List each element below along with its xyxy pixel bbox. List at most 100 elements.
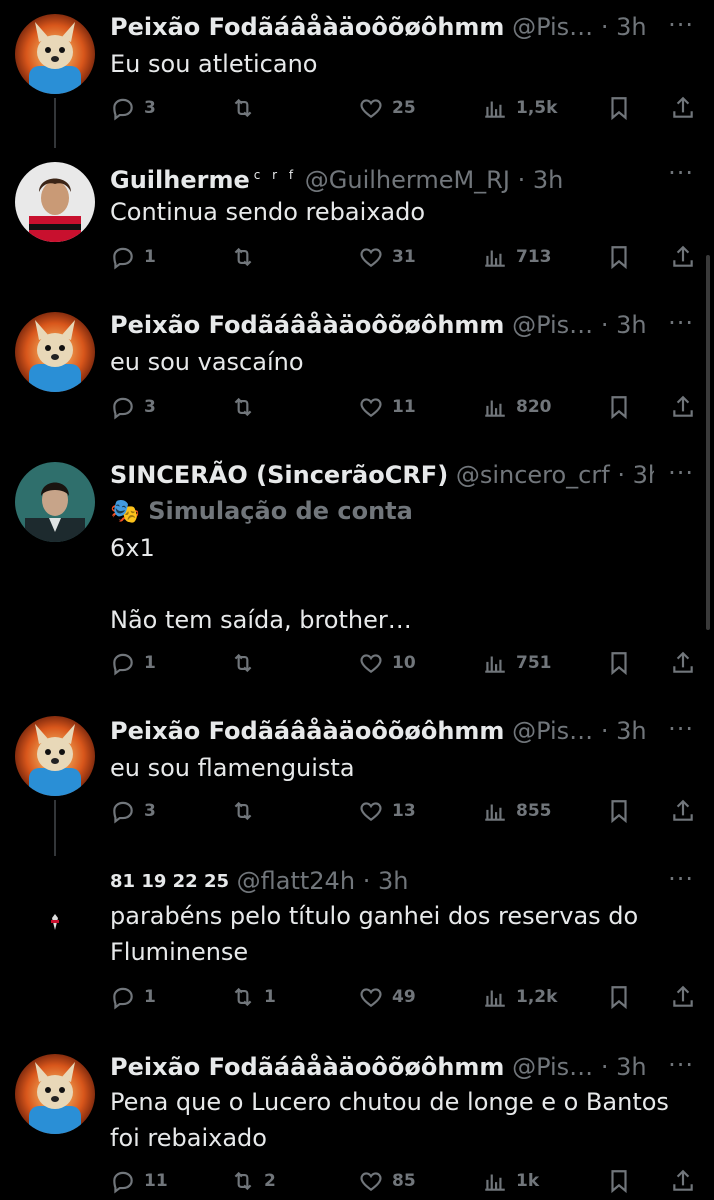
tweet-item[interactable]: Peixão Fodãáâåàäoôõøôhmm @Pis… · 3h ··· … — [0, 706, 714, 856]
handle[interactable]: @Pis… — [512, 311, 593, 339]
more-options-icon[interactable]: ··· — [668, 458, 694, 488]
avatar[interactable] — [15, 162, 95, 242]
view-count: 820 — [516, 397, 552, 417]
display-name[interactable]: 81 19 22 25 — [110, 871, 229, 892]
share-button[interactable] — [670, 648, 696, 678]
handle[interactable]: @Pis… — [512, 1053, 593, 1081]
bookmark-button[interactable] — [606, 392, 632, 422]
share-button[interactable] — [670, 93, 696, 123]
timestamp[interactable]: 3h — [533, 166, 563, 194]
bookmark-icon — [606, 798, 632, 824]
share-button[interactable] — [670, 982, 696, 1012]
avatar[interactable] — [15, 1054, 95, 1134]
tweet-item[interactable]: Peixão Fodãáâåàäoôõøôhmm @Pis… · 3h ··· … — [0, 1046, 714, 1200]
like-count: 49 — [392, 987, 416, 1007]
avatar[interactable] — [15, 14, 95, 94]
tweet-item[interactable]: Guilherme c r f @GuilhermeM_RJ · 3h ··· C… — [0, 148, 714, 298]
reply-button[interactable]: 11 — [110, 1166, 168, 1196]
avatar[interactable] — [15, 870, 95, 950]
reply-icon — [110, 244, 136, 270]
share-button[interactable] — [670, 392, 696, 422]
timestamp[interactable]: 3h — [616, 311, 646, 339]
view-count: 1,5k — [516, 98, 558, 118]
reply-count: 1 — [144, 987, 156, 1007]
separator-dot: · — [600, 13, 609, 41]
reply-button[interactable]: 3 — [110, 392, 156, 422]
timestamp[interactable]: 3h — [616, 717, 646, 745]
dog-avatar-icon — [15, 14, 95, 94]
display-name[interactable]: Peixão Fodãáâåàäoôõøôhmm — [110, 1053, 504, 1081]
display-name[interactable]: Peixão Fodãáâåàäoôõøôhmm — [110, 717, 504, 745]
timestamp[interactable]: 3h — [616, 1053, 646, 1081]
display-name[interactable]: SINCERÃO (SincerãoCRF) — [110, 461, 448, 489]
reply-icon — [110, 394, 136, 420]
retweet-count: 2 — [264, 1171, 276, 1191]
reply-button[interactable]: 1 — [110, 982, 156, 1012]
like-button[interactable]: 49 — [358, 982, 416, 1012]
share-button[interactable] — [670, 796, 696, 826]
reply-button[interactable]: 1 — [110, 242, 156, 272]
retweet-button[interactable] — [230, 648, 264, 678]
like-button[interactable]: 85 — [358, 1166, 416, 1196]
share-button[interactable] — [670, 242, 696, 272]
reply-button[interactable]: 3 — [110, 796, 156, 826]
avatar[interactable] — [15, 312, 95, 392]
more-options-icon[interactable]: ··· — [668, 1050, 694, 1080]
retweet-button[interactable]: 1 — [230, 982, 276, 1012]
heart-icon — [358, 244, 384, 270]
bookmark-button[interactable] — [606, 93, 632, 123]
tweet-item[interactable]: Peixão Fodãáâåàäoôõøôhmm @Pis… · 3h ··· … — [0, 298, 714, 448]
bookmark-button[interactable] — [606, 242, 632, 272]
bookmark-button[interactable] — [606, 982, 632, 1012]
views-button[interactable]: 1,5k — [482, 93, 557, 123]
like-button[interactable]: 31 — [358, 242, 416, 272]
display-name[interactable]: Peixão Fodãáâåàäoôõøôhmm — [110, 13, 504, 41]
views-button[interactable]: 855 — [482, 796, 552, 826]
more-options-icon[interactable]: ··· — [668, 158, 694, 188]
bookmark-button[interactable] — [606, 648, 632, 678]
more-options-icon[interactable]: ··· — [668, 864, 694, 894]
retweet-button[interactable]: 2 — [230, 1166, 276, 1196]
reply-button[interactable]: 3 — [110, 93, 156, 123]
reply-button[interactable]: 1 — [110, 648, 156, 678]
avatar[interactable] — [15, 462, 95, 542]
retweet-button[interactable] — [230, 392, 264, 422]
retweet-button[interactable] — [230, 796, 264, 826]
retweet-button[interactable] — [230, 242, 264, 272]
like-button[interactable]: 11 — [358, 392, 416, 422]
like-button[interactable]: 13 — [358, 796, 416, 826]
handle[interactable]: @Pis… — [512, 717, 593, 745]
views-button[interactable]: 820 — [482, 392, 552, 422]
like-count: 13 — [392, 801, 416, 821]
handle[interactable]: @flatt24h — [237, 867, 355, 895]
views-button[interactable]: 1,2k — [482, 982, 557, 1012]
like-button[interactable]: 25 — [358, 93, 416, 123]
views-button[interactable]: 713 — [482, 242, 552, 272]
handle[interactable]: @GuilhermeM_RJ — [305, 166, 510, 194]
timestamp[interactable]: 3h — [616, 13, 646, 41]
handle[interactable]: @sincero_crf — [456, 461, 610, 489]
timestamp[interactable]: 3h — [633, 461, 654, 489]
bar-chart-icon — [482, 1168, 508, 1194]
share-button[interactable] — [670, 1166, 696, 1196]
views-button[interactable]: 751 — [482, 648, 552, 678]
more-options-icon[interactable]: ··· — [668, 10, 694, 40]
share-icon — [670, 1168, 696, 1194]
timestamp[interactable]: 3h — [378, 867, 408, 895]
bookmark-button[interactable] — [606, 1166, 632, 1196]
like-button[interactable]: 10 — [358, 648, 416, 678]
bookmark-button[interactable] — [606, 796, 632, 826]
more-options-icon[interactable]: ··· — [668, 308, 694, 338]
reply-count: 3 — [144, 98, 156, 118]
share-icon — [670, 650, 696, 676]
avatar[interactable] — [15, 716, 95, 796]
display-name[interactable]: Peixão Fodãáâåàäoôõøôhmm — [110, 311, 504, 339]
more-options-icon[interactable]: ··· — [668, 714, 694, 744]
views-button[interactable]: 1k — [482, 1166, 539, 1196]
retweet-button[interactable] — [230, 93, 264, 123]
tweet-item[interactable]: SINCERÃO (SincerãoCRF) @sincero_crf · 3h… — [0, 448, 714, 706]
handle[interactable]: @Pis… — [512, 13, 593, 41]
display-name[interactable]: Guilherme — [110, 166, 250, 194]
tweet-item[interactable]: Peixão Fodãáâåàäoôõøôhmm @Pis… · 3h ··· … — [0, 0, 714, 148]
tweet-item[interactable]: 81 19 22 25 @flatt24h · 3h ··· parabéns … — [0, 856, 714, 1046]
